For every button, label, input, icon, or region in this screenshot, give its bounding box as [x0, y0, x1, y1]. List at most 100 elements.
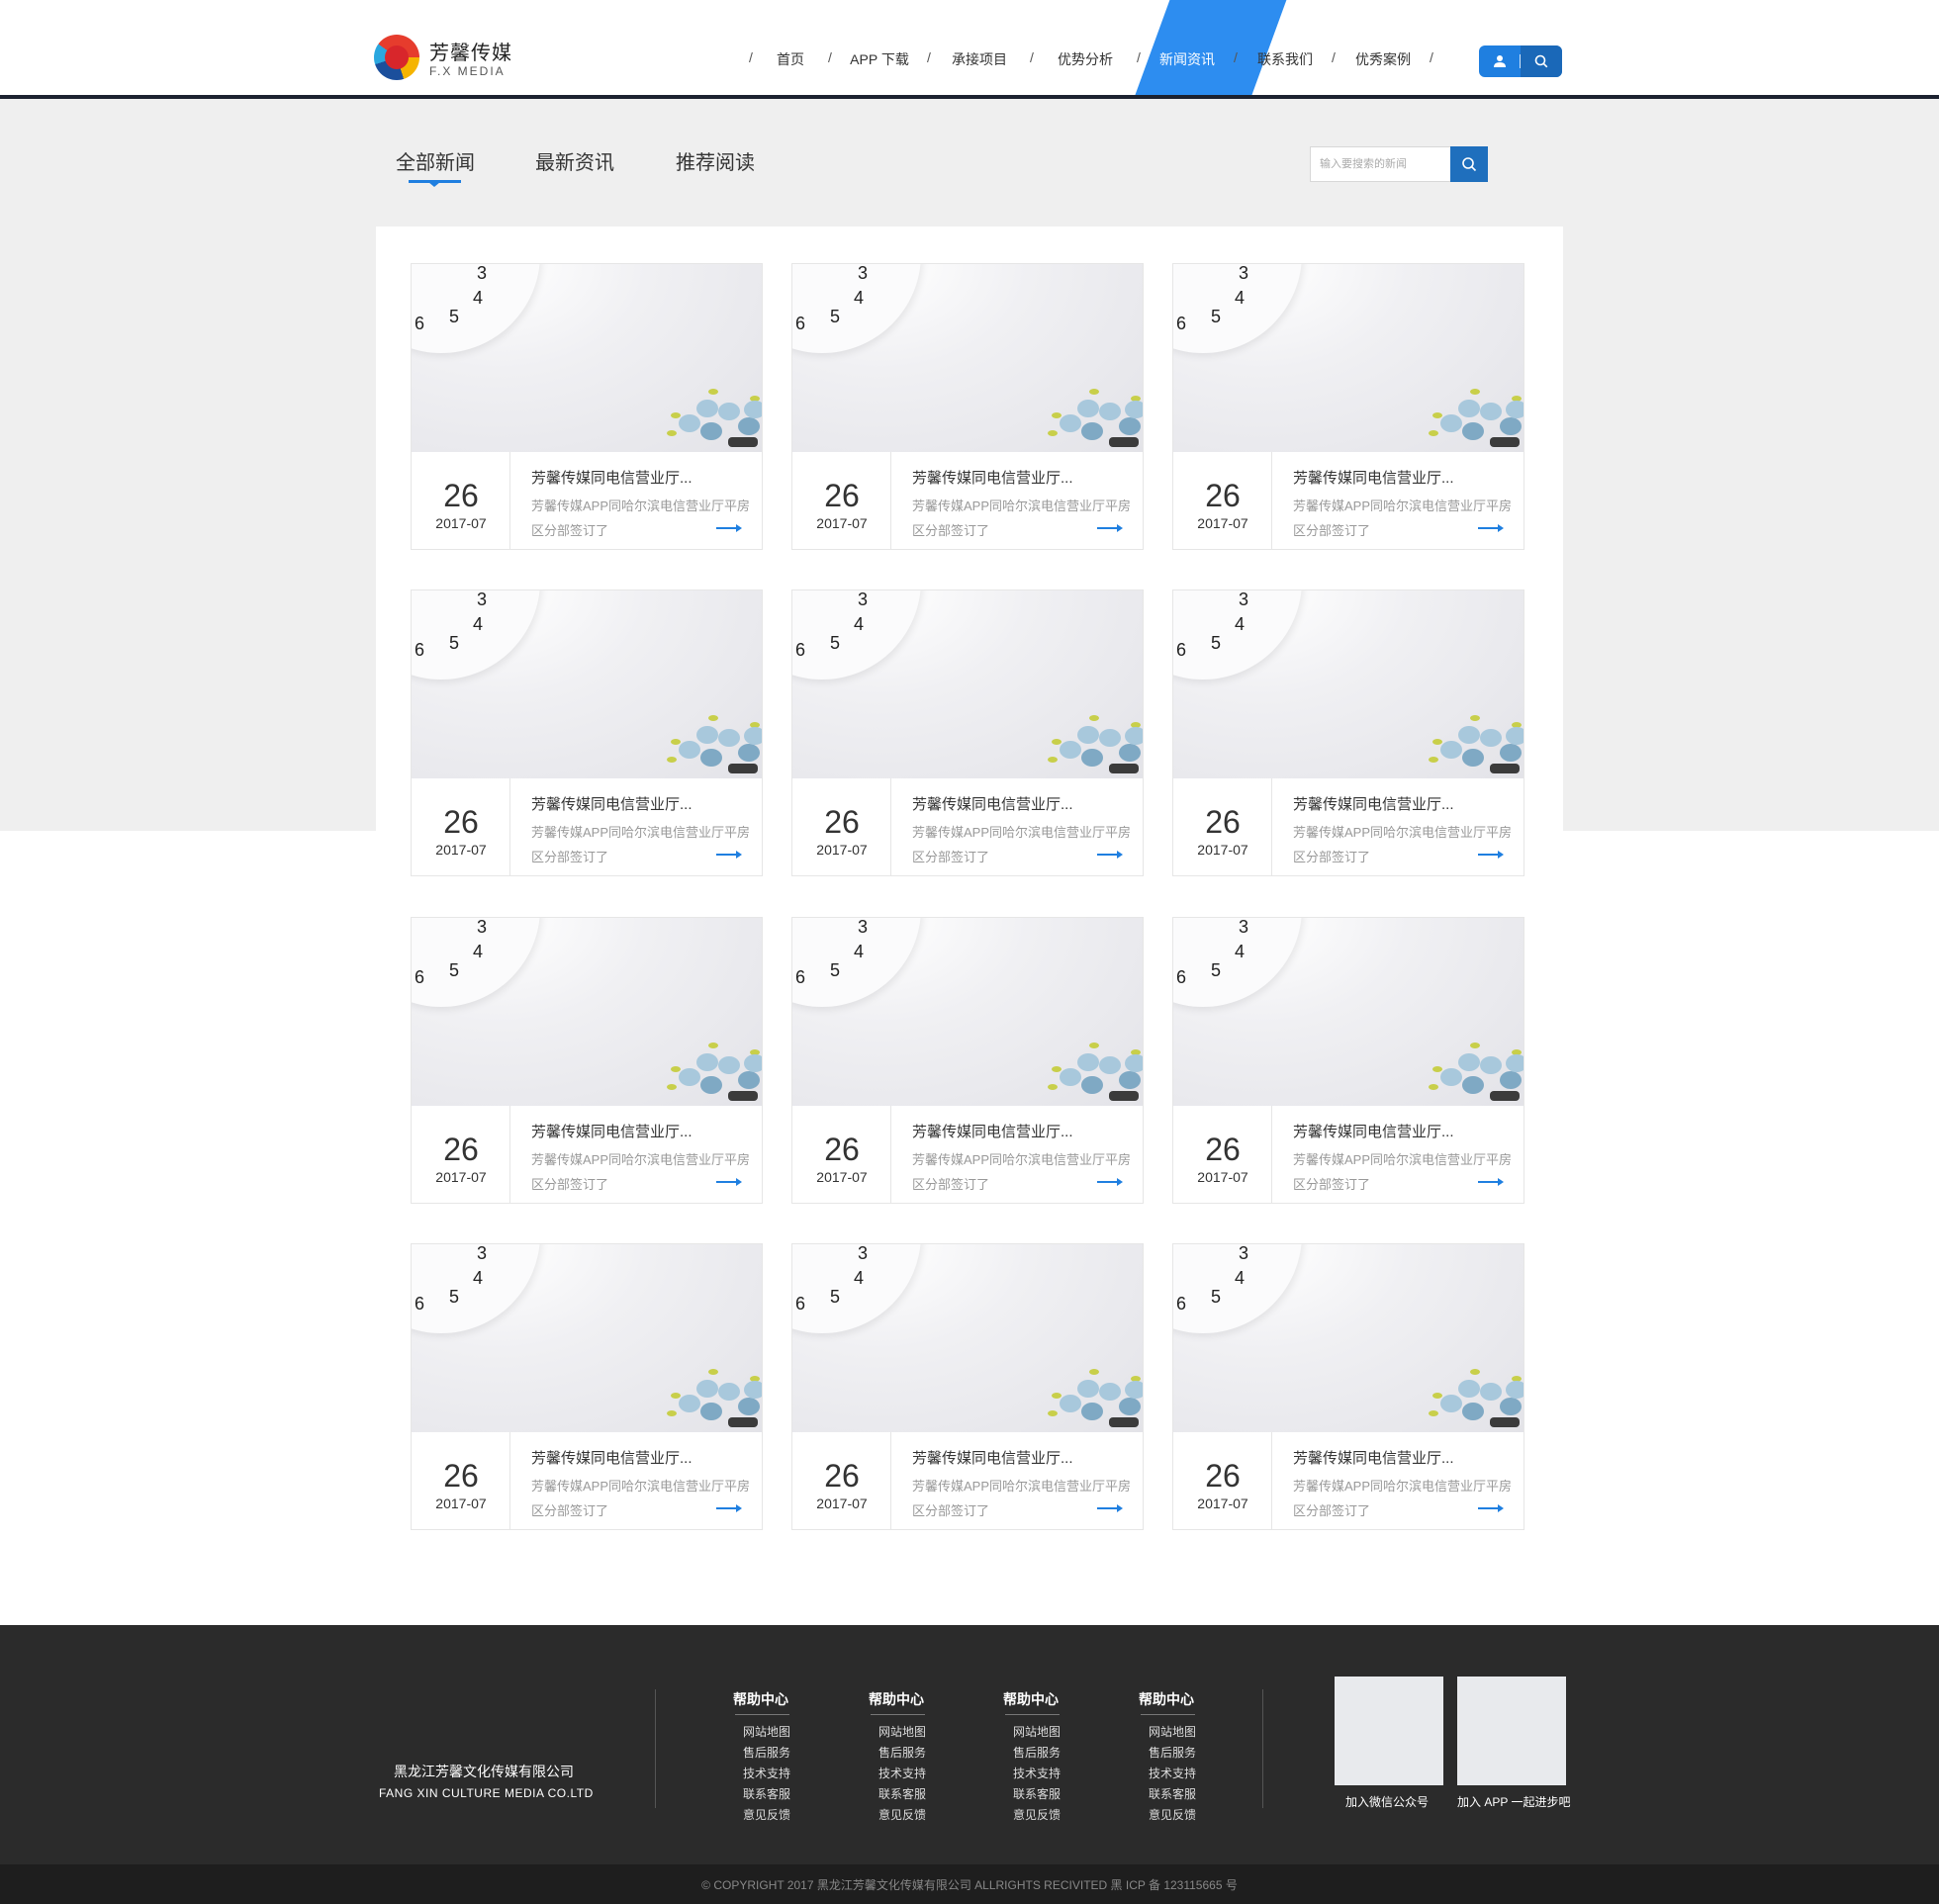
news-search-button[interactable]: [1450, 146, 1488, 182]
nav-item-3[interactable]: 优势分析: [1058, 49, 1113, 69]
arrow-right-icon[interactable]: [1097, 1504, 1123, 1512]
app-qr-code: [1457, 1677, 1566, 1785]
news-thumbnail[interactable]: 3 4 5 6: [412, 264, 762, 452]
arrow-right-icon[interactable]: [1478, 1504, 1504, 1512]
footer-link[interactable]: 售后服务: [878, 1744, 926, 1761]
nav-item-5[interactable]: 联系我们: [1257, 49, 1313, 69]
news-card[interactable]: 3 4 5 6 26 2017-07 芳馨传媒同电信营业厅... 芳馨传媒APP…: [791, 917, 1144, 1204]
header-search-button[interactable]: [1521, 45, 1562, 77]
news-search-input[interactable]: [1311, 147, 1451, 181]
tab-latest[interactable]: 最新资讯: [535, 146, 614, 175]
footer-link[interactable]: 技术支持: [1149, 1765, 1196, 1781]
nav-item-0[interactable]: 首页: [777, 49, 804, 69]
leaf: [1089, 715, 1099, 721]
news-title[interactable]: 芳馨传媒同电信营业厅...: [1293, 793, 1454, 814]
nav-item-4[interactable]: 新闻资讯: [1159, 49, 1215, 69]
nav-item-6[interactable]: 优秀案例: [1355, 49, 1411, 69]
news-card[interactable]: 3 4 5 6 26 2017-07 芳馨传媒同电信营业厅... 芳馨传媒APP…: [791, 589, 1144, 876]
nav-item-2[interactable]: 承接项目: [952, 49, 1007, 69]
arrow-right-icon[interactable]: [1097, 524, 1123, 532]
news-thumbnail[interactable]: 3 4 5 6: [792, 1244, 1143, 1432]
news-desc: 芳馨传媒APP同哈尔滨电信营业厅平房区分部签订了: [1293, 825, 1513, 864]
news-thumbnail[interactable]: 3 4 5 6: [412, 1244, 762, 1432]
arrow-right-icon[interactable]: [716, 1178, 742, 1186]
footer-link[interactable]: 意见反馈: [743, 1806, 790, 1823]
tab-recommended[interactable]: 推荐阅读: [676, 146, 755, 175]
news-thumbnail[interactable]: 3 4 5 6: [1173, 264, 1524, 452]
footer-link[interactable]: 网站地图: [743, 1723, 790, 1740]
leaf: [671, 1393, 681, 1399]
flower: [1119, 744, 1141, 762]
flower: [1506, 727, 1524, 745]
news-title[interactable]: 芳馨传媒同电信营业厅...: [912, 1447, 1073, 1468]
news-info: 芳馨传媒同电信营业厅... 芳馨传媒APP同哈尔滨电信营业厅平房区分部签订了: [1293, 778, 1516, 875]
news-thumbnail[interactable]: 3 4 5 6: [792, 918, 1143, 1106]
footer-link[interactable]: 售后服务: [743, 1744, 790, 1761]
news-title[interactable]: 芳馨传媒同电信营业厅...: [531, 1121, 692, 1141]
arrow-right-icon[interactable]: [716, 1504, 742, 1512]
arrow-right-icon[interactable]: [1478, 851, 1504, 859]
arrow-right-icon[interactable]: [1478, 524, 1504, 532]
user-button[interactable]: [1479, 45, 1521, 77]
news-card[interactable]: 3 4 5 6 26 2017-07 芳馨传媒同电信营业厅... 芳馨传媒APP…: [411, 263, 763, 550]
arrow-right-icon[interactable]: [716, 851, 742, 859]
news-title[interactable]: 芳馨传媒同电信营业厅...: [1293, 1121, 1454, 1141]
news-card[interactable]: 3 4 5 6 26 2017-07 芳馨传媒同电信营业厅... 芳馨传媒APP…: [1172, 589, 1524, 876]
footer-link[interactable]: 联系客服: [1149, 1785, 1196, 1802]
nav-item-1[interactable]: APP 下载: [850, 49, 909, 69]
footer-link[interactable]: 联系客服: [878, 1785, 926, 1802]
news-title[interactable]: 芳馨传媒同电信营业厅...: [1293, 467, 1454, 488]
news-card[interactable]: 3 4 5 6 26 2017-07 芳馨传媒同电信营业厅... 芳馨传媒APP…: [1172, 917, 1524, 1204]
tab-all-news[interactable]: 全部新闻: [396, 146, 475, 175]
footer-link[interactable]: 技术支持: [743, 1765, 790, 1781]
arrow-right-icon[interactable]: [1097, 1178, 1123, 1186]
news-title[interactable]: 芳馨传媒同电信营业厅...: [1293, 1447, 1454, 1468]
footer-link[interactable]: 售后服务: [1149, 1744, 1196, 1761]
arrow-right-icon[interactable]: [1097, 851, 1123, 859]
news-title[interactable]: 芳馨传媒同电信营业厅...: [912, 793, 1073, 814]
news-card[interactable]: 3 4 5 6 26 2017-07 芳馨传媒同电信营业厅... 芳馨传媒APP…: [411, 917, 763, 1204]
footer-link[interactable]: 意见反馈: [1149, 1806, 1196, 1823]
arrow-right-icon[interactable]: [1478, 1178, 1504, 1186]
footer-link[interactable]: 意见反馈: [878, 1806, 926, 1823]
flower: [1458, 400, 1480, 417]
news-desc: 芳馨传媒APP同哈尔滨电信营业厅平房区分部签订了: [1293, 1479, 1513, 1518]
news-info: 芳馨传媒同电信营业厅... 芳馨传媒APP同哈尔滨电信营业厅平房区分部签订了: [912, 778, 1135, 875]
news-title[interactable]: 芳馨传媒同电信营业厅...: [531, 793, 692, 814]
news-card[interactable]: 3 4 5 6 26 2017-07 芳馨传媒同电信营业厅... 芳馨传媒APP…: [411, 1243, 763, 1530]
flower-stem: [728, 437, 758, 447]
footer-link[interactable]: 网站地图: [878, 1723, 926, 1740]
footer-link[interactable]: 联系客服: [1013, 1785, 1061, 1802]
news-title[interactable]: 芳馨传媒同电信营业厅...: [912, 467, 1073, 488]
footer-link[interactable]: 意见反馈: [1013, 1806, 1061, 1823]
news-thumbnail[interactable]: 3 4 5 6: [1173, 918, 1524, 1106]
news-thumbnail[interactable]: 3 4 5 6: [792, 590, 1143, 778]
footer-link[interactable]: 网站地图: [1149, 1723, 1196, 1740]
news-title[interactable]: 芳馨传媒同电信营业厅...: [531, 1447, 692, 1468]
news-title[interactable]: 芳馨传媒同电信营业厅...: [912, 1121, 1073, 1141]
footer-link[interactable]: 联系客服: [743, 1785, 790, 1802]
news-card[interactable]: 3 4 5 6 26 2017-07 芳馨传媒同电信营业厅... 芳馨传媒APP…: [1172, 263, 1524, 550]
footer-link[interactable]: 技术支持: [1013, 1765, 1061, 1781]
news-card[interactable]: 3 4 5 6 26 2017-07 芳馨传媒同电信营业厅... 芳馨传媒APP…: [411, 589, 763, 876]
news-thumbnail[interactable]: 3 4 5 6: [1173, 590, 1524, 778]
logo[interactable]: 芳馨传媒 F.X MEDIA: [374, 34, 572, 83]
nav-separator: /: [1030, 49, 1034, 65]
news-thumbnail[interactable]: 3 4 5 6: [412, 918, 762, 1106]
footer-link[interactable]: 网站地图: [1013, 1723, 1061, 1740]
footer-link[interactable]: 售后服务: [1013, 1744, 1061, 1761]
news-card[interactable]: 3 4 5 6 26 2017-07 芳馨传媒同电信营业厅... 芳馨传媒APP…: [1172, 1243, 1524, 1530]
news-card[interactable]: 3 4 5 6 26 2017-07 芳馨传媒同电信营业厅... 芳馨传媒APP…: [791, 263, 1144, 550]
clock-number: 6: [1176, 1294, 1187, 1314]
news-title[interactable]: 芳馨传媒同电信营业厅...: [531, 467, 692, 488]
clock-number: 3: [858, 264, 869, 283]
footer-link[interactable]: 技术支持: [878, 1765, 926, 1781]
news-thumbnail[interactable]: 3 4 5 6: [792, 264, 1143, 452]
news-card[interactable]: 3 4 5 6 26 2017-07 芳馨传媒同电信营业厅... 芳馨传媒APP…: [791, 1243, 1144, 1530]
news-thumbnail[interactable]: 3 4 5 6: [1173, 1244, 1524, 1432]
news-month: 2017-07: [435, 1169, 487, 1185]
arrow-right-icon[interactable]: [716, 524, 742, 532]
news-thumbnail[interactable]: 3 4 5 6: [412, 590, 762, 778]
flower: [1099, 729, 1121, 747]
clock-image: 3 4 5 6: [792, 1244, 921, 1333]
